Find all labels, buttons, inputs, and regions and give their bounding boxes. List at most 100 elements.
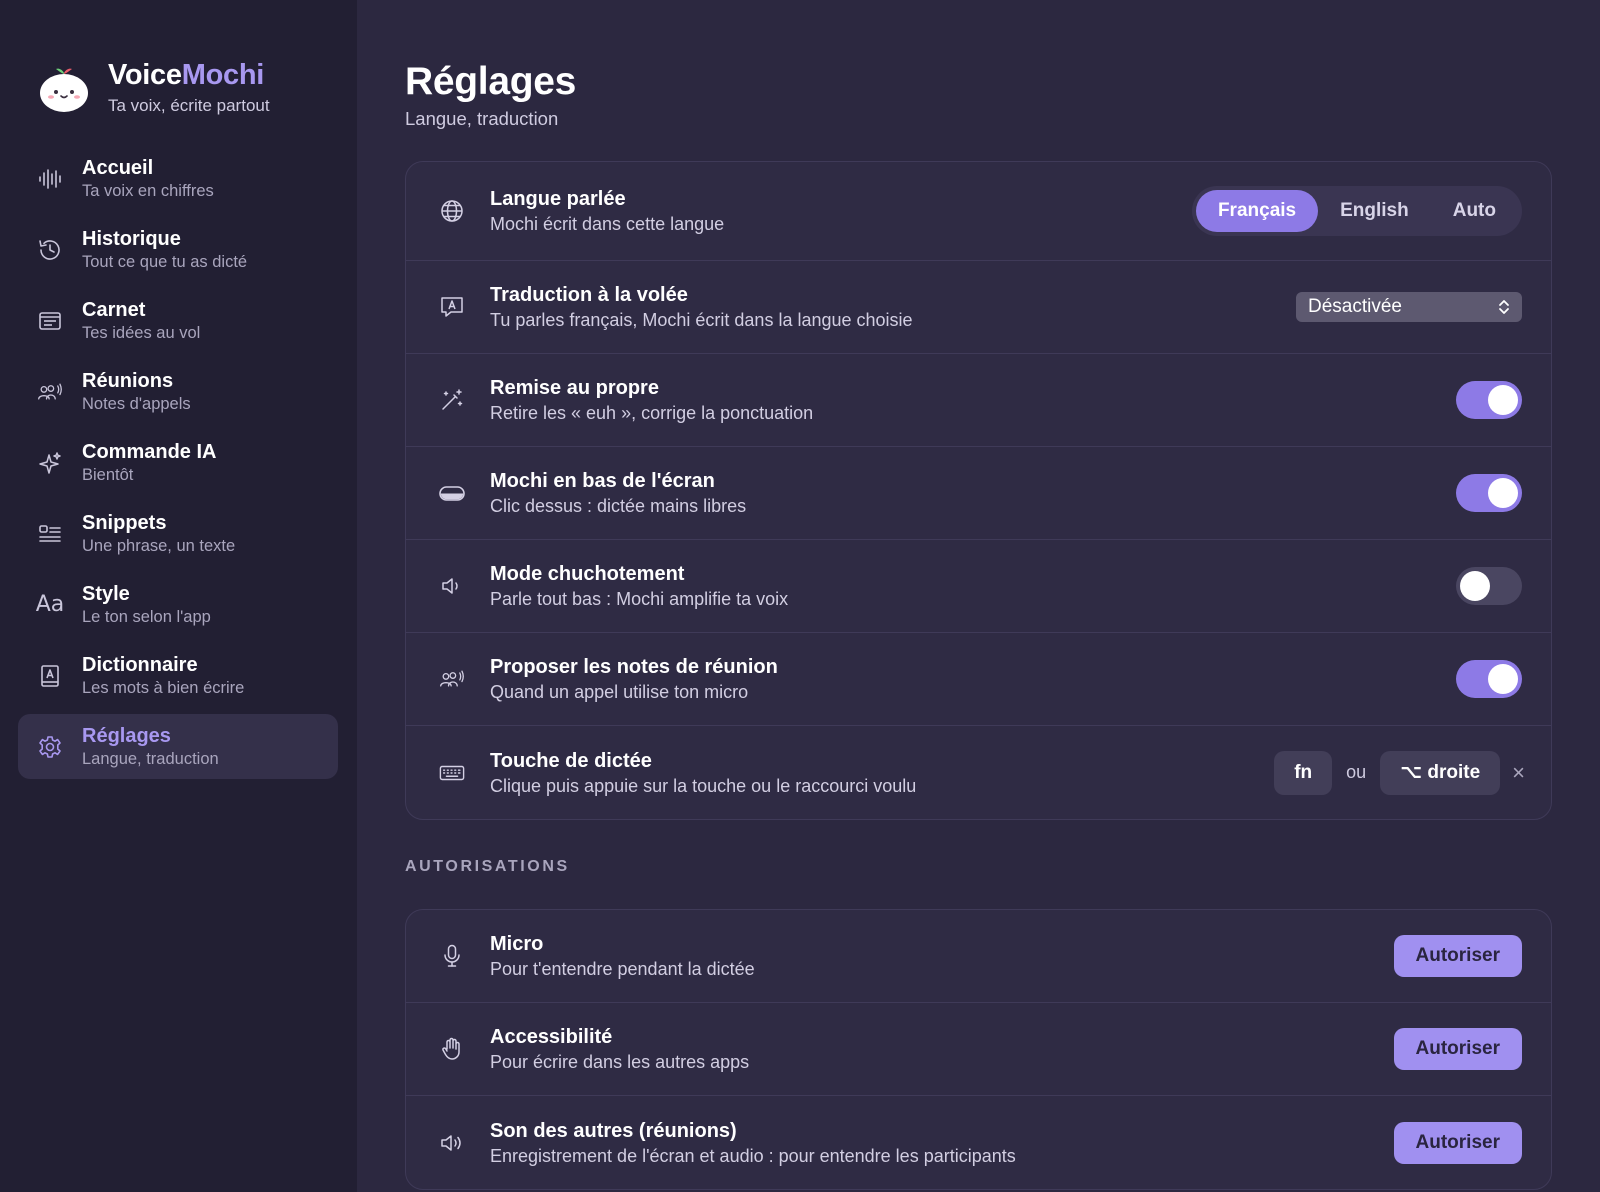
- setting-subtitle: Retire les « euh », corrige la ponctuati…: [490, 403, 814, 423]
- globe-icon: [438, 197, 466, 225]
- permission-subtitle: Pour t'entendre pendant la dictée: [490, 959, 755, 979]
- setting-row-dictation-key: Touche de dictée Clique puis appuie sur …: [406, 726, 1551, 819]
- keyboard-icon: [438, 759, 466, 787]
- sidebar-item-title: Style: [82, 582, 130, 605]
- sidebar-item-title: Réunions: [82, 369, 174, 392]
- page-subtitle: Langue, traduction: [405, 108, 559, 129]
- gear-icon: [32, 729, 68, 765]
- sidebar-item-subtitle: Tes idées au vol: [82, 323, 201, 342]
- magic-wand-icon: [438, 386, 466, 414]
- page-title: Réglages: [405, 60, 577, 103]
- setting-subtitle: Quand un appel utilise ton micro: [490, 682, 749, 702]
- mochi-logo: [40, 68, 88, 112]
- sidebar-item-reunions[interactable]: Réunions Notes d'appels: [18, 359, 338, 424]
- sidebar-item-commande-ia[interactable]: Commande IA Bientôt: [18, 430, 338, 495]
- sidebar-item-subtitle: Langue, traduction: [82, 749, 219, 768]
- sidebar-item-reglages[interactable]: Réglages Langue, traduction: [18, 714, 338, 779]
- sidebar-item-snippets[interactable]: Snippets Une phrase, un texte: [18, 501, 338, 566]
- sidebar-item-accueil[interactable]: Accueil Ta voix en chiffres: [18, 146, 338, 211]
- sidebar-item-subtitle: Ta voix en chiffres: [82, 181, 214, 200]
- whisper-toggle[interactable]: [1456, 567, 1522, 605]
- speaker-icon: [438, 1129, 466, 1157]
- sidebar-item-title: Réglages: [82, 724, 171, 747]
- sidebar-item-carnet[interactable]: Carnet Tes idées au vol: [18, 288, 338, 353]
- sidebar-item-style[interactable]: Aa Style Le ton selon l'app: [18, 572, 338, 637]
- toggle-knob: [1460, 571, 1490, 601]
- setting-row-language: Langue parlée Mochi écrit dans cette lan…: [406, 162, 1551, 261]
- microphone-icon: [438, 942, 466, 970]
- setting-subtitle: Mochi écrit dans cette langue: [490, 214, 725, 234]
- sidebar-item-title: Carnet: [82, 298, 146, 321]
- permission-title: Son des autres (réunions): [490, 1119, 737, 1142]
- permissions-card: Micro Pour t'entendre pendant la dictée …: [405, 909, 1552, 1190]
- sidebar-nav: Accueil Ta voix en chiffres Historique T…: [18, 146, 338, 785]
- brand: VoiceMochi Ta voix, écrite partout: [36, 58, 270, 116]
- sparkle-icon: [32, 445, 68, 481]
- sidebar-item-title: Accueil: [82, 156, 154, 179]
- sidebar-item-subtitle: Tout ce que tu as dicté: [82, 252, 248, 271]
- toggle-knob: [1488, 385, 1518, 415]
- authorize-micro-button[interactable]: Autoriser: [1393, 935, 1522, 977]
- hand-icon: [438, 1035, 466, 1063]
- mochi-pill-icon: [438, 479, 466, 507]
- sidebar-item-title: Historique: [82, 227, 181, 250]
- notebook-icon: [32, 303, 68, 339]
- sidebar-item-title: Dictionnaire: [82, 653, 198, 676]
- setting-row-cleanup: Remise au propre Retire les « euh », cor…: [406, 354, 1551, 447]
- dictation-key-right-option[interactable]: ⌥ droite: [1380, 750, 1501, 795]
- setting-title: Langue parlée: [490, 188, 626, 210]
- language-option-english[interactable]: English: [1318, 190, 1431, 232]
- permission-title: Accessibilité: [490, 1026, 613, 1048]
- sidebar-item-subtitle: Notes d'appels: [82, 394, 191, 413]
- setting-title: Remise au propre: [490, 377, 659, 399]
- updown-chevron-icon: [1498, 299, 1510, 315]
- sidebar-item-subtitle: Une phrase, un texte: [82, 536, 236, 555]
- setting-row-translation: Traduction à la volée Tu parles français…: [406, 261, 1551, 354]
- setting-row-meeting-notes: Proposer les notes de réunion Quand un a…: [406, 633, 1551, 726]
- app-name: VoiceMochi: [108, 59, 265, 91]
- settings-card: Langue parlée Mochi écrit dans cette lan…: [405, 161, 1552, 820]
- setting-title: Proposer les notes de réunion: [490, 656, 778, 678]
- clear-shortcut-icon[interactable]: ×: [1512, 760, 1525, 786]
- setting-row-whisper: Mode chuchotement Parle tout bas : Mochi…: [406, 540, 1551, 633]
- sidebar-item-title: Commande IA: [82, 440, 217, 463]
- people-icon: [438, 665, 466, 693]
- language-option-auto[interactable]: Auto: [1431, 190, 1518, 232]
- cleanup-toggle[interactable]: [1456, 381, 1522, 419]
- authorize-system-audio-button[interactable]: Autoriser: [1393, 1121, 1522, 1164]
- snippets-icon: [32, 516, 68, 552]
- setting-title: Touche de dictée: [490, 749, 652, 772]
- permission-row-micro: Micro Pour t'entendre pendant la dictée …: [406, 910, 1551, 1003]
- translate-bubble-icon: [438, 293, 466, 321]
- setting-subtitle: Clic dessus : dictée mains libres: [490, 496, 747, 516]
- translation-select[interactable]: Désactivée: [1296, 292, 1522, 322]
- toggle-knob: [1488, 664, 1518, 694]
- setting-row-bottom-mochi: Mochi en bas de l'écran Clic dessus : di…: [406, 447, 1551, 540]
- sidebar: VoiceMochi Ta voix, écrite partout Accue…: [0, 0, 357, 1192]
- speaker-low-icon: [438, 572, 466, 600]
- setting-title: Mochi en bas de l'écran: [490, 470, 715, 492]
- setting-subtitle: Tu parles français, Mochi écrit dans la …: [490, 310, 913, 330]
- history-icon: [32, 232, 68, 268]
- permission-subtitle: Enregistrement de l'écran et audio : pou…: [490, 1145, 1016, 1166]
- setting-subtitle: Clique puis appuie sur la touche ou le r…: [490, 775, 917, 796]
- bottom-mochi-toggle[interactable]: [1456, 474, 1522, 512]
- setting-title: Traduction à la volée: [490, 284, 688, 306]
- meeting-notes-toggle[interactable]: [1456, 660, 1522, 698]
- sidebar-item-title: Snippets: [82, 511, 167, 534]
- sidebar-item-dictionnaire[interactable]: Dictionnaire Les mots à bien écrire: [18, 643, 338, 708]
- sidebar-item-historique[interactable]: Historique Tout ce que tu as dicté: [18, 217, 338, 282]
- permission-subtitle: Pour écrire dans les autres apps: [490, 1052, 750, 1072]
- translation-select-value: Désactivée: [1308, 296, 1402, 317]
- dictionary-icon: [32, 658, 68, 694]
- language-option-francais[interactable]: Français: [1195, 190, 1319, 232]
- setting-subtitle: Parle tout bas : Mochi amplifie ta voix: [490, 589, 789, 609]
- app-tagline: Ta voix, écrite partout: [108, 96, 270, 115]
- permission-title: Micro: [490, 933, 544, 955]
- dictation-key-fn[interactable]: fn: [1274, 750, 1333, 795]
- sidebar-item-subtitle: Le ton selon l'app: [82, 607, 211, 626]
- toggle-knob: [1488, 478, 1518, 508]
- permission-row-accessibility: Accessibilité Pour écrire dans les autre…: [406, 1003, 1551, 1096]
- authorize-accessibility-button[interactable]: Autoriser: [1393, 1028, 1522, 1070]
- waveform-icon: [32, 161, 68, 197]
